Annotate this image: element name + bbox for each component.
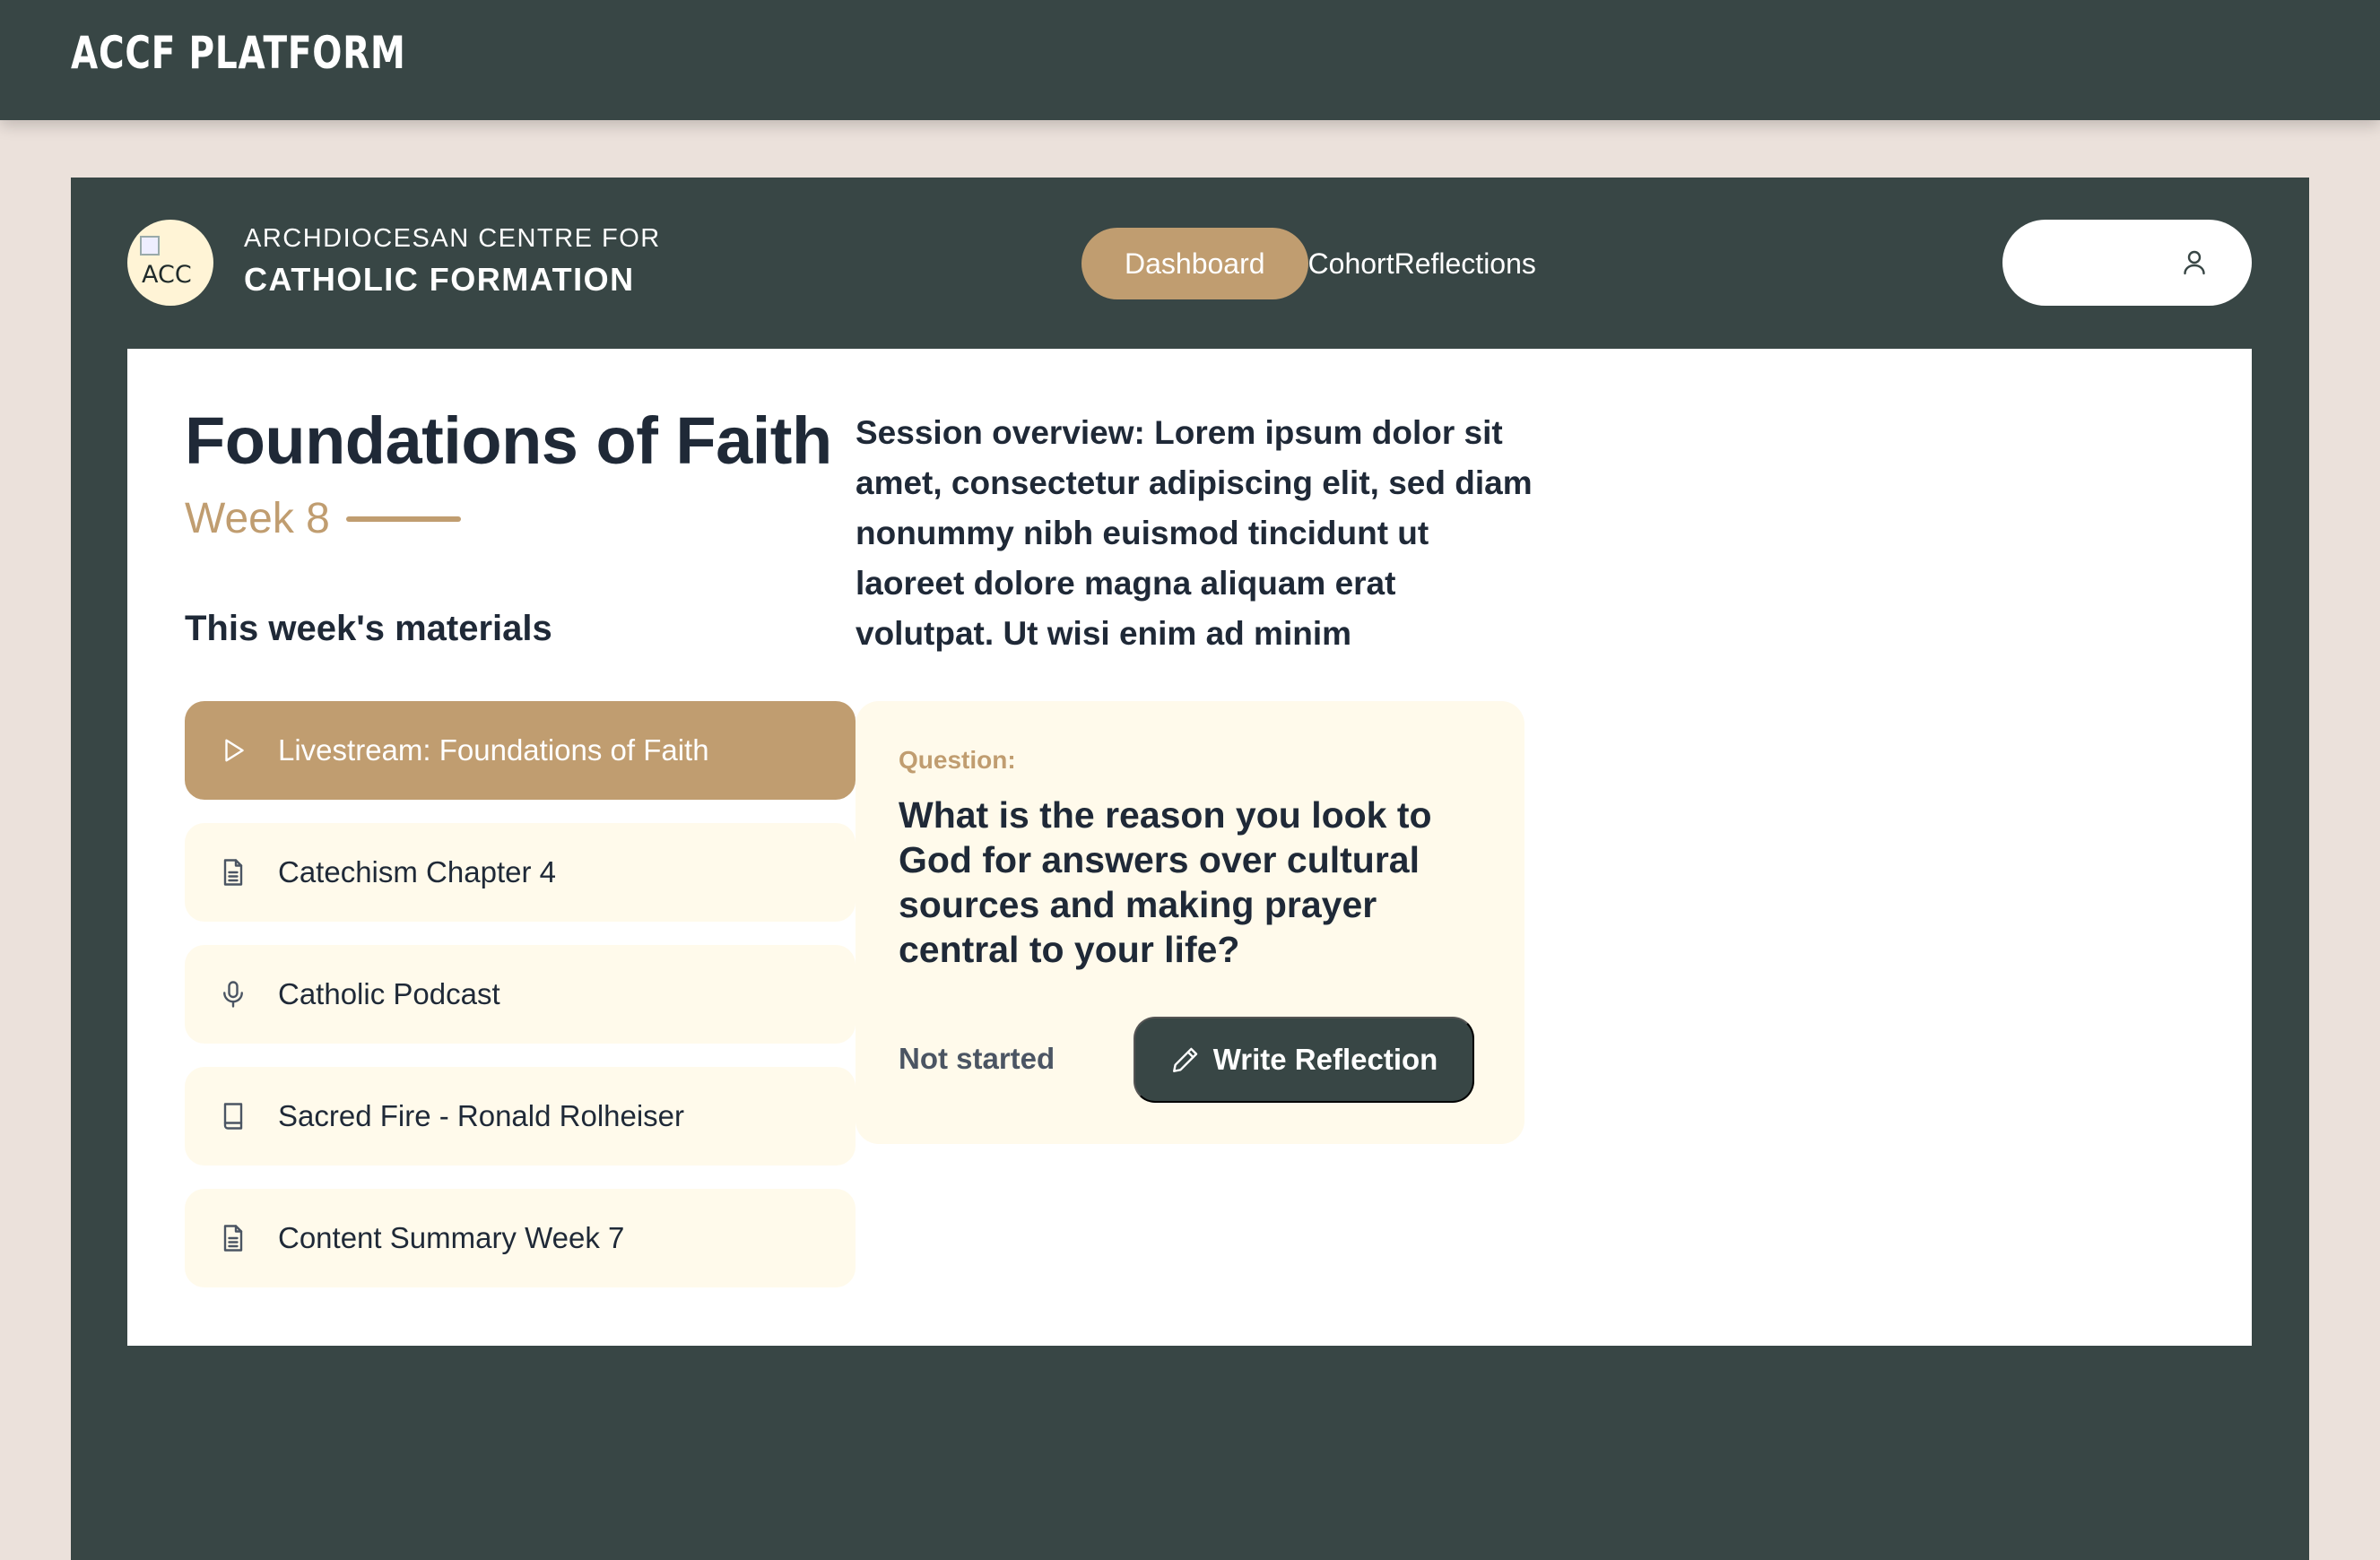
- nav-cohort[interactable]: Cohort: [1308, 228, 1394, 299]
- material-label: Catholic Podcast: [278, 977, 500, 1010]
- material-item-content-summary[interactable]: Content Summary Week 7: [185, 1189, 856, 1287]
- materials-list: Livestream: Foundations of Faith Catechi…: [185, 701, 856, 1311]
- question-text: What is the reason you look to God for a…: [899, 794, 1432, 970]
- pencil-icon: [1172, 1047, 1197, 1072]
- write-reflection-button[interactable]: Write Reflection: [1134, 1017, 1474, 1103]
- document-icon: [217, 1222, 249, 1254]
- material-label: Livestream: Foundations of Faith: [278, 733, 709, 767]
- brand-line-2: CATHOLIC FORMATION: [244, 261, 635, 298]
- material-item-sacred-fire[interactable]: Sacred Fire - Ronald Rolheiser: [185, 1067, 856, 1166]
- material-label: Sacred Fire - Ronald Rolheiser: [278, 1099, 685, 1132]
- week-underline: [345, 516, 461, 522]
- material-label: Content Summary Week 7: [278, 1221, 625, 1254]
- reflection-status: Not started: [899, 1042, 1055, 1075]
- course-title: Foundations of Faith: [185, 403, 832, 478]
- week-card: Foundations of Faith Week 8 This week's …: [127, 349, 2252, 1346]
- material-item-livestream[interactable]: Livestream: Foundations of Faith: [185, 701, 856, 800]
- user-menu-button[interactable]: [2002, 220, 2252, 306]
- nav-reflections[interactable]: Reflections: [1394, 228, 1536, 299]
- session-overview: Session overview: Lorem ipsum dolor sit …: [856, 414, 1533, 652]
- question-label: Question:: [899, 746, 1016, 774]
- broken-image-icon: [140, 236, 160, 256]
- question-card: Question: What is the reason you look to…: [856, 701, 1524, 1144]
- brand-line-1: ARCHDIOCESAN CENTRE FOR: [244, 224, 661, 253]
- play-icon: [217, 734, 249, 767]
- materials-heading: This week's materials: [185, 609, 552, 648]
- write-reflection-label: Write Reflection: [1212, 1043, 1438, 1076]
- microphone-icon: [217, 978, 249, 1010]
- app-frame: ACC ARCHDIOCESAN CENTRE FOR CATHOLIC FOR…: [71, 178, 2309, 1560]
- main-nav: Dashboard Cohort Reflections: [1081, 228, 1536, 299]
- logo[interactable]: ACC: [127, 220, 213, 306]
- user-icon[interactable]: [2178, 247, 2211, 279]
- material-item-podcast[interactable]: Catholic Podcast: [185, 945, 856, 1044]
- week-label: Week 8: [185, 495, 330, 542]
- week-label-row: Week 8: [185, 494, 461, 543]
- document-icon: [217, 856, 249, 888]
- top-bar: ACCF PLATFORM: [0, 0, 2380, 120]
- logo-alt-text: ACC: [142, 261, 192, 289]
- platform-title: ACCF PLATFORM: [71, 27, 406, 79]
- material-label: Catechism Chapter 4: [278, 855, 556, 888]
- nav-dashboard[interactable]: Dashboard: [1081, 228, 1308, 299]
- book-icon: [217, 1100, 249, 1132]
- material-item-catechism[interactable]: Catechism Chapter 4: [185, 823, 856, 922]
